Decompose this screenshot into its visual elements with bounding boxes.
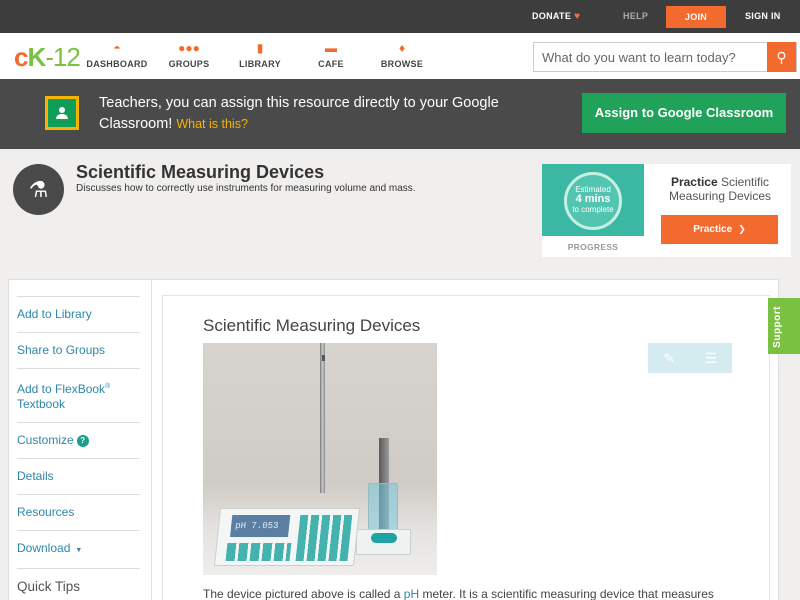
- meter-display: pH 7.053: [230, 515, 291, 537]
- page-subtitle: Discusses how to correctly use instrumen…: [76, 183, 416, 194]
- practice-card: Estimated 4 mins to complete PROGRESS Pr…: [542, 164, 791, 257]
- nav-groups[interactable]: ●●● GROUPS: [154, 41, 224, 69]
- lab-flask-icon: ⚗: [13, 164, 64, 215]
- notes-icon[interactable]: ☰: [690, 343, 732, 373]
- ck12-logo[interactable]: cK-12: [14, 42, 81, 73]
- what-is-this-link[interactable]: What is this?: [176, 117, 248, 131]
- article-title: Scientific Measuring Devices: [203, 316, 421, 335]
- search-icon: ⚲: [776, 49, 787, 65]
- logo-k: K: [27, 42, 46, 72]
- google-classroom-banner: Teachers, you can assign this resource d…: [0, 79, 800, 149]
- customize-label: Customize: [17, 433, 74, 447]
- help-link[interactable]: HELP: [623, 0, 648, 33]
- nav-browse-label: BROWSE: [380, 59, 424, 69]
- caret-down-icon: ▼: [75, 547, 83, 554]
- sidebar-item-add-flexbook[interactable]: Add to FlexBook® Textbook: [17, 368, 140, 422]
- google-classroom-icon: [45, 96, 79, 130]
- donate-label: DONATE: [532, 11, 572, 21]
- practice-progress-image: Estimated 4 mins to complete: [542, 164, 644, 236]
- registered-mark: ®: [105, 383, 111, 390]
- content-wrapper: Add to Library Share to Groups Add to Fl…: [8, 279, 779, 600]
- chat-bubbles-icon: ▬: [325, 41, 337, 55]
- search-button[interactable]: ⚲: [767, 42, 796, 72]
- top-utility-bar: DONATE ♥ HELP JOIN SIGN IN: [0, 0, 800, 33]
- practice-button-label: Practice: [693, 224, 733, 235]
- nav-browse[interactable]: ♦ BROWSE: [367, 41, 437, 69]
- classroom-message: Teachers, you can assign this resource d…: [99, 93, 539, 135]
- sidebar: Add to Library Share to Groups Add to Fl…: [17, 296, 140, 600]
- dashboard-icon: ◓: [113, 41, 121, 55]
- to-complete-label: to complete: [572, 205, 614, 214]
- donate-link[interactable]: DONATE ♥: [532, 0, 580, 33]
- article-paragraph: The device pictured above is called a pH…: [203, 586, 763, 600]
- library-icon: ▮: [256, 41, 264, 55]
- search-box: ⚲: [533, 42, 797, 72]
- join-button[interactable]: JOIN: [666, 6, 726, 28]
- nav-library-label: LIBRARY: [239, 59, 281, 69]
- textbook-label: Textbook: [17, 397, 66, 411]
- sidebar-item-resources[interactable]: Resources: [17, 494, 140, 530]
- lightbulb-icon: ♦: [398, 41, 406, 55]
- progress-label: PROGRESS: [567, 242, 619, 252]
- download-label: Download: [17, 541, 71, 555]
- sidebar-item-details[interactable]: Details: [17, 458, 140, 494]
- nav-dashboard-label: DASHBOARD: [86, 59, 148, 69]
- sidebar-divider: [151, 280, 152, 600]
- article-panel: Scientific Measuring Devices pH 7.053 ✎ …: [162, 295, 770, 600]
- classroom-message-text: Teachers, you can assign this resource d…: [99, 95, 499, 132]
- practice-title-bold: Practice: [670, 175, 718, 189]
- heart-icon: ♥: [574, 11, 581, 22]
- practice-button[interactable]: Practice ❯: [661, 215, 778, 244]
- sidebar-item-customize[interactable]: Customize?: [17, 422, 140, 458]
- quick-tips-heading: Quick Tips: [17, 568, 140, 600]
- annotation-tools: ✎ ☰: [648, 343, 732, 373]
- chevron-right-icon: ❯: [738, 224, 746, 234]
- logo-number: -12: [45, 42, 81, 72]
- nav-cafe-label: CAFE: [318, 59, 344, 69]
- ph-meter-photo: pH 7.053: [203, 343, 437, 575]
- estimate-ring: Estimated 4 mins to complete: [564, 172, 622, 230]
- support-tab[interactable]: Support: [768, 298, 800, 354]
- sidebar-item-share-groups[interactable]: Share to Groups: [17, 332, 140, 368]
- help-question-icon[interactable]: ?: [76, 435, 89, 447]
- search-input[interactable]: [534, 43, 770, 71]
- add-flexbook-label: Add to FlexBook: [17, 382, 106, 396]
- para-end: meter. It is a scientific measuring devi…: [419, 587, 714, 600]
- ph-glossary-link[interactable]: pH: [404, 587, 419, 600]
- sidebar-item-download[interactable]: Download ▼: [17, 530, 140, 568]
- main-nav: cK-12 ◓ DASHBOARD ●●● GROUPS ▮ LIBRARY ▬…: [0, 33, 800, 79]
- support-label: Support: [772, 306, 783, 348]
- page-title: Scientific Measuring Devices: [76, 162, 325, 182]
- estimated-mins: 4 mins: [575, 193, 611, 205]
- sidebar-item-add-library[interactable]: Add to Library: [17, 296, 140, 332]
- nav-cafe[interactable]: ▬ CAFE: [296, 41, 366, 69]
- nav-dashboard[interactable]: ◓ DASHBOARD: [82, 41, 152, 69]
- practice-title: Practice Scientific Measuring Devices: [660, 175, 780, 203]
- assign-google-classroom-button[interactable]: Assign to Google Classroom: [582, 93, 786, 133]
- pencil-icon[interactable]: ✎: [648, 343, 690, 373]
- groups-icon: ●●●: [178, 41, 200, 55]
- sign-in-link[interactable]: SIGN IN: [745, 0, 781, 33]
- nav-groups-label: GROUPS: [168, 59, 210, 69]
- nav-library[interactable]: ▮ LIBRARY: [225, 41, 295, 69]
- logo-c: c: [14, 42, 29, 72]
- para-start: The device pictured above is called a: [203, 587, 404, 600]
